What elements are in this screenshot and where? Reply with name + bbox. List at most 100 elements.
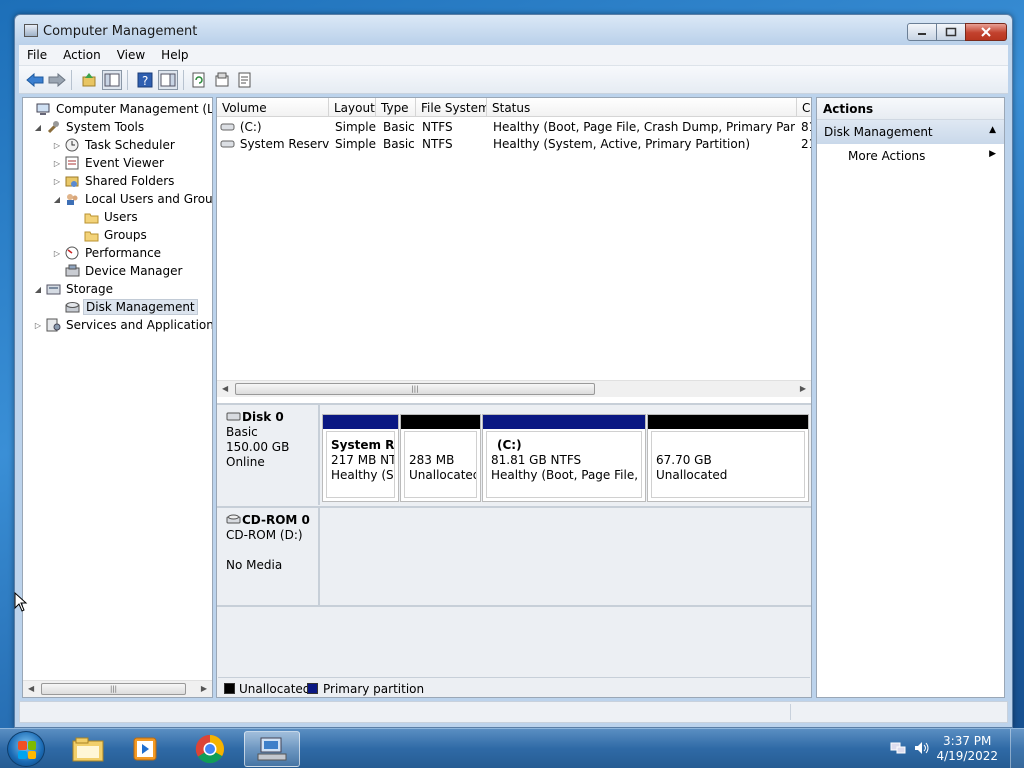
show-hide-tree-icon[interactable] [102, 70, 122, 90]
start-button[interactable] [7, 731, 45, 767]
tree-item-local-users-and-groups[interactable]: ◢ Local Users and Groups [52, 190, 212, 208]
menu-bar: File Action View Help [19, 45, 1008, 66]
actions-section-disk-management[interactable]: Disk Management ▲ [817, 120, 1004, 144]
expand-arrow-icon[interactable]: ▷ [52, 177, 62, 186]
partition-system-reserved[interactable]: System Res 217 MB NTF Healthy (Sys [322, 414, 399, 502]
column-header-capacity[interactable]: C [797, 98, 811, 117]
tree-item-shared-folders[interactable]: ▷ Shared Folders [52, 172, 176, 190]
folder-icon [83, 227, 99, 243]
tree-horizontal-scrollbar[interactable]: ◀ ||| ▶ [23, 680, 212, 697]
graphical-disk-view: Disk 0 Basic 150.00 GB Online System Res… [217, 403, 811, 697]
submenu-arrow-icon: ▶ [989, 149, 996, 159]
up-icon[interactable] [79, 70, 99, 90]
volume-icon[interactable] [913, 741, 931, 759]
volume-list-header: Volume Layout Type File System Status C [217, 98, 811, 117]
performance-icon [64, 245, 80, 261]
computer-management-icon [35, 101, 51, 117]
column-header-file-system[interactable]: File System [416, 98, 487, 117]
drive-icon [220, 140, 235, 148]
scroll-thumb[interactable]: ||| [235, 383, 595, 395]
tree-item-performance[interactable]: ▷ Performance [52, 244, 163, 262]
export-icon[interactable] [235, 70, 255, 90]
menu-action[interactable]: Action [55, 45, 109, 62]
hard-disk-icon [226, 412, 241, 421]
clock-time: 3:37 PM [943, 734, 992, 748]
volume-row[interactable]: System Reserved Simple Basic NTFS Health… [217, 136, 811, 153]
tree-item-device-manager[interactable]: Device Manager [52, 262, 184, 280]
partition-unallocated-67gb[interactable]: 67.70 GB Unallocated [647, 414, 809, 502]
tree-item-storage[interactable]: ◢ Storage [33, 280, 115, 298]
taskbar-chrome[interactable] [182, 731, 238, 767]
tree-item-system-tools[interactable]: ◢ System Tools [33, 118, 146, 136]
taskbar-media-player[interactable] [118, 731, 174, 767]
minimize-icon [918, 33, 926, 35]
taskbar-windows-explorer[interactable] [60, 731, 116, 767]
help-icon[interactable]: ? [135, 70, 155, 90]
tree-item-task-scheduler[interactable]: ▷ Task Scheduler [52, 136, 177, 154]
expand-arrow-icon[interactable]: ▷ [52, 249, 62, 258]
drive-icon [220, 123, 235, 131]
back-icon[interactable] [25, 70, 45, 90]
minimize-button[interactable] [907, 23, 937, 41]
storage-icon [45, 281, 61, 297]
computer-management-icon [257, 737, 287, 761]
show-desktop-button[interactable] [1010, 729, 1024, 768]
disk-management-icon [64, 299, 80, 315]
actions-header: Actions [817, 98, 1004, 120]
volume-row[interactable]: (C:) Simple Basic NTFS Healthy (Boot, Pa… [217, 119, 811, 136]
scroll-thumb[interactable]: ||| [41, 683, 186, 695]
close-icon [981, 27, 991, 37]
partition-unallocated-283mb[interactable]: 283 MB Unallocated [400, 414, 481, 502]
media-player-icon [133, 737, 157, 761]
column-header-status[interactable]: Status [487, 98, 797, 117]
legend-label-unallocated: Unallocated [239, 682, 311, 696]
show-hide-action-pane-icon[interactable] [158, 70, 178, 90]
scroll-right-arrow-icon[interactable]: ▶ [201, 684, 207, 693]
column-header-type[interactable]: Type [376, 98, 416, 117]
cdrom-icon [226, 514, 241, 524]
folder-icon [83, 209, 99, 225]
collapse-arrow-icon[interactable]: ◢ [52, 195, 62, 204]
partition-c-drive[interactable]: (C:) 81.81 GB NTFS Healthy (Boot, Page F… [482, 414, 646, 502]
windows-logo-icon [18, 741, 36, 759]
title-bar[interactable]: Computer Management [15, 15, 1012, 45]
menu-help[interactable]: Help [153, 45, 196, 62]
tree-item-users[interactable]: Users [71, 208, 140, 226]
close-button[interactable] [965, 23, 1007, 41]
menu-view[interactable]: View [109, 45, 153, 62]
refresh-icon[interactable] [189, 70, 209, 90]
disk-0-info[interactable]: Disk 0 Basic 150.00 GB Online [217, 405, 320, 505]
svg-text:?: ? [142, 74, 148, 88]
disk-legend: Unallocated Primary partition [218, 677, 810, 697]
disk-management-pane: Volume Layout Type File System Status C … [216, 97, 812, 698]
taskbar-computer-management[interactable] [244, 731, 300, 767]
volume-list-horizontal-scrollbar[interactable]: ◀ ||| ▶ [217, 380, 811, 397]
column-header-volume[interactable]: Volume [217, 98, 329, 117]
expand-arrow-icon[interactable]: ▷ [33, 321, 43, 330]
collapse-caret-icon[interactable]: ▲ [989, 125, 996, 135]
network-icon[interactable] [890, 741, 906, 759]
expand-arrow-icon[interactable]: ▷ [52, 141, 62, 150]
scroll-left-arrow-icon[interactable]: ◀ [222, 384, 228, 393]
clock-date: 4/19/2022 [936, 749, 998, 763]
chrome-icon [195, 734, 224, 764]
tree-item-computer-management[interactable]: Computer Management (Local [23, 100, 212, 118]
cdrom-0-info[interactable]: CD-ROM 0 CD-ROM (D:) No Media [217, 508, 320, 605]
window-title: Computer Management [43, 24, 198, 39]
tree-item-disk-management[interactable]: Disk Management [52, 298, 198, 316]
scroll-right-arrow-icon[interactable]: ▶ [800, 384, 806, 393]
scroll-left-arrow-icon[interactable]: ◀ [28, 684, 34, 693]
expand-arrow-icon[interactable]: ▷ [52, 159, 62, 168]
tree-item-groups[interactable]: Groups [71, 226, 149, 244]
maximize-button[interactable] [936, 23, 966, 41]
collapse-arrow-icon[interactable]: ◢ [33, 123, 43, 132]
system-clock[interactable]: 3:37 PM 4/19/2022 [936, 734, 998, 764]
menu-file[interactable]: File [19, 45, 55, 62]
collapse-arrow-icon[interactable]: ◢ [33, 285, 43, 294]
tree-item-event-viewer[interactable]: ▷ Event Viewer [52, 154, 166, 172]
tree-item-services-and-applications[interactable]: ▷ Services and Applications [33, 316, 212, 334]
properties-icon[interactable] [212, 70, 232, 90]
column-header-layout[interactable]: Layout [329, 98, 376, 117]
more-actions-item[interactable]: More Actions ▶ [848, 149, 1004, 163]
forward-icon[interactable] [47, 70, 67, 90]
